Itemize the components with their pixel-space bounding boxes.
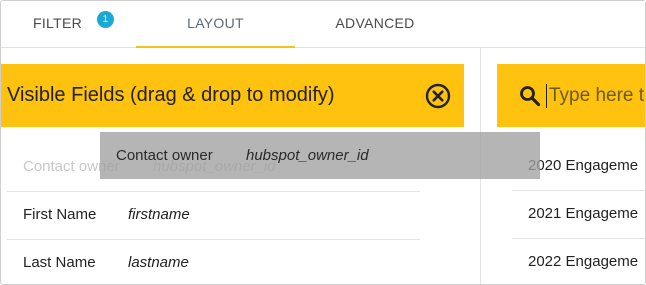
dragged-field-row[interactable]: Contact owner hubspot_owner_id	[100, 132, 540, 179]
tab-bar: FILTER 1 LAYOUT ADVANCED	[1, 1, 645, 48]
field-api-name: firstname	[128, 206, 190, 223]
search-bar	[497, 64, 645, 127]
search-icon	[520, 86, 541, 107]
field-layout-panel: FILTER 1 LAYOUT ADVANCED Visible Fields …	[0, 0, 646, 285]
field-label: First Name	[23, 206, 97, 223]
available-field-label: 2020 Engageme	[528, 157, 639, 174]
close-circle-icon[interactable]	[425, 83, 451, 109]
field-label: Last Name	[23, 254, 96, 271]
field-api-name: lastname	[128, 254, 189, 271]
field-row[interactable]: Last Name lastname	[7, 239, 420, 284]
field-row[interactable]: First Name firstname	[7, 191, 420, 240]
available-field-label: 2022 Engageme	[528, 253, 639, 270]
available-field-row[interactable]: 2021 Engageme	[512, 190, 645, 239]
visible-fields-title: Visible Fields (drag & drop to modify)	[7, 84, 335, 106]
filter-count-badge: 1	[97, 11, 114, 28]
dragged-field-api-name: hubspot_owner_id	[246, 147, 369, 164]
tab-filter-label: FILTER	[33, 15, 82, 31]
tab-layout[interactable]: LAYOUT	[136, 1, 295, 48]
tab-filter[interactable]: FILTER 1	[1, 1, 136, 47]
dragged-field-label: Contact owner	[116, 147, 213, 164]
search-input[interactable]	[546, 84, 645, 108]
available-field-label: 2021 Engageme	[528, 205, 639, 222]
available-field-row[interactable]: 2022 Engageme	[512, 238, 645, 284]
visible-fields-header: Visible Fields (drag & drop to modify)	[1, 64, 464, 127]
tab-advanced[interactable]: ADVANCED	[295, 1, 455, 47]
